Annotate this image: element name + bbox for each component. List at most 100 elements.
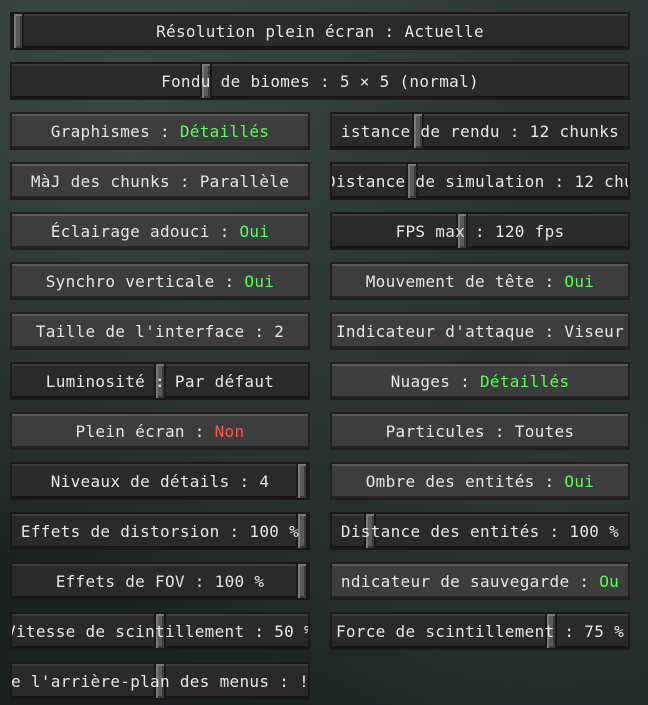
brightness-slider[interactable]: Luminosité : Par défaut: [10, 362, 310, 400]
option-value: Par défaut: [174, 371, 275, 391]
option-separator: :: [229, 471, 260, 491]
glint-strength-slider[interactable]: Force de scintillement : 75 %: [330, 612, 630, 650]
smooth-lighting-button[interactable]: Éclairage adouci : Oui: [10, 212, 310, 250]
option-value: 12 chunks: [529, 121, 620, 141]
option-value: 120 fps: [494, 221, 565, 241]
option-separator: :: [214, 271, 245, 291]
option-separator: :: [499, 121, 530, 141]
option-label: Luminosité: [45, 371, 146, 391]
option-label: Niveaux de détails: [50, 471, 230, 491]
option-label: Nuages: [390, 371, 451, 391]
option-value: !: [299, 671, 310, 691]
option-separator: :: [554, 621, 585, 641]
option-value: Oui: [239, 221, 270, 241]
option-label: Particules: [385, 421, 485, 441]
attack-indicator-button[interactable]: Indicateur d'attaque : Viseur: [330, 312, 630, 350]
option-separator: :: [450, 371, 480, 391]
distortion-slider[interactable]: Effets de distorsion : 100 %: [10, 512, 310, 550]
option-value: Détaillés: [179, 121, 270, 141]
option-separator: :: [184, 421, 215, 441]
slider-handle[interactable]: [296, 464, 308, 498]
option-label: Fondu de biomes: [161, 71, 311, 91]
option-separator: :: [269, 671, 300, 691]
option-label: Vitesse de scintillement: [10, 621, 245, 641]
option-separator: :: [209, 221, 240, 241]
option-label: istance de rendu: [340, 121, 500, 141]
option-value: 100 %: [214, 571, 265, 591]
option-separator: :: [219, 521, 250, 541]
option-label: MàJ des chunks: [30, 171, 170, 191]
slider-handle[interactable]: [296, 564, 308, 598]
option-separator: :: [150, 121, 180, 141]
option-label: e l'arrière-plan des menus: [11, 671, 270, 691]
option-value: Parallèle: [199, 171, 290, 191]
option-label: Graphismes: [50, 121, 151, 141]
option-label: Plein écran: [75, 421, 185, 441]
option-label: Indicateur d'attaque: [335, 321, 535, 341]
gui-scale-button[interactable]: Taille de l'interface : 2: [10, 312, 310, 350]
simulation-distance-slider[interactable]: Distance de simulation : 12 chu: [330, 162, 630, 200]
option-separator: :: [465, 221, 495, 241]
option-separator: :: [169, 171, 200, 191]
option-value: 50 %: [274, 621, 310, 641]
option-value: 4: [259, 471, 270, 491]
option-label: ndicateur de sauvegarde: [340, 571, 570, 591]
option-value: Toutes: [514, 421, 575, 441]
option-value: Ou: [599, 571, 620, 591]
option-label: Distance de simulation: [330, 171, 545, 191]
option-label: Résolution plein écran: [156, 21, 375, 41]
option-separator: :: [569, 571, 600, 591]
entity-distance-slider[interactable]: Distance des entités : 100 %: [330, 512, 630, 550]
clouds-button[interactable]: Nuages : Détaillés: [330, 362, 630, 400]
option-separator: :: [244, 321, 275, 341]
option-label: Éclairage adouci: [50, 221, 210, 241]
option-value: Oui: [564, 471, 595, 491]
graphics-button[interactable]: Graphismes : Détaillés: [10, 112, 310, 150]
option-separator: :: [374, 21, 405, 41]
option-label: Ombre des entités: [365, 471, 535, 491]
particles-button[interactable]: Particules : Toutes: [330, 412, 630, 450]
option-value: 100 %: [249, 521, 300, 541]
option-separator: :: [484, 421, 515, 441]
glint-speed-slider[interactable]: Vitesse de scintillement : 50 %: [10, 612, 310, 650]
option-label: FPS max: [395, 221, 466, 241]
option-label: Force de scintillement: [335, 621, 555, 641]
option-value: 75 %: [584, 621, 625, 641]
option-separator: :: [244, 621, 275, 641]
entity-shadows-button[interactable]: Ombre des entités : Oui: [330, 462, 630, 500]
option-value: Oui: [564, 271, 595, 291]
option-value: Viseur: [564, 321, 625, 341]
mipmap-slider[interactable]: Niveaux de détails : 4: [10, 462, 310, 500]
vsync-button[interactable]: Synchro verticale : Oui: [10, 262, 310, 300]
fullscreen-button[interactable]: Plein écran : Non: [10, 412, 310, 450]
option-separator: :: [310, 71, 340, 91]
option-label: Effets de FOV: [55, 571, 185, 591]
option-label: Mouvement de tête: [365, 271, 535, 291]
option-label: Taille de l'interface: [35, 321, 245, 341]
option-separator: :: [145, 371, 175, 391]
fov-effects-slider[interactable]: Effets de FOV : 100 %: [10, 562, 310, 600]
option-value: Actuelle: [404, 21, 484, 41]
option-separator: :: [534, 271, 565, 291]
slider-handle[interactable]: [12, 14, 24, 48]
option-value: 12 chu: [574, 171, 630, 191]
option-separator: :: [534, 471, 565, 491]
chunk-updates-button[interactable]: MàJ des chunks : Parallèle: [10, 162, 310, 200]
option-label: Effets de distorsion: [20, 521, 220, 541]
option-separator: :: [539, 521, 570, 541]
option-value: Oui: [244, 271, 275, 291]
max-fps-slider[interactable]: FPS max : 120 fps: [330, 212, 630, 250]
menu-background-slider[interactable]: e l'arrière-plan des menus : !: [10, 662, 310, 700]
biome-blend-slider[interactable]: Fondu de biomes : 5 × 5 (normal): [10, 62, 630, 100]
option-label: Synchro verticale: [45, 271, 215, 291]
autosave-indicator-button[interactable]: ndicateur de sauvegarde : Ou: [330, 562, 630, 600]
option-value: 5 × 5 (normal): [339, 71, 479, 91]
render-distance-slider[interactable]: istance de rendu : 12 chunks: [330, 112, 630, 150]
option-value: Détaillés: [480, 371, 570, 391]
view-bobbing-button[interactable]: Mouvement de tête : Oui: [330, 262, 630, 300]
option-value: 2: [274, 321, 285, 341]
resolution-slider[interactable]: Résolution plein écran : Actuelle: [10, 12, 630, 50]
option-label: Distance des entités: [340, 521, 540, 541]
option-value: Non: [214, 421, 245, 441]
option-value: 100 %: [569, 521, 620, 541]
